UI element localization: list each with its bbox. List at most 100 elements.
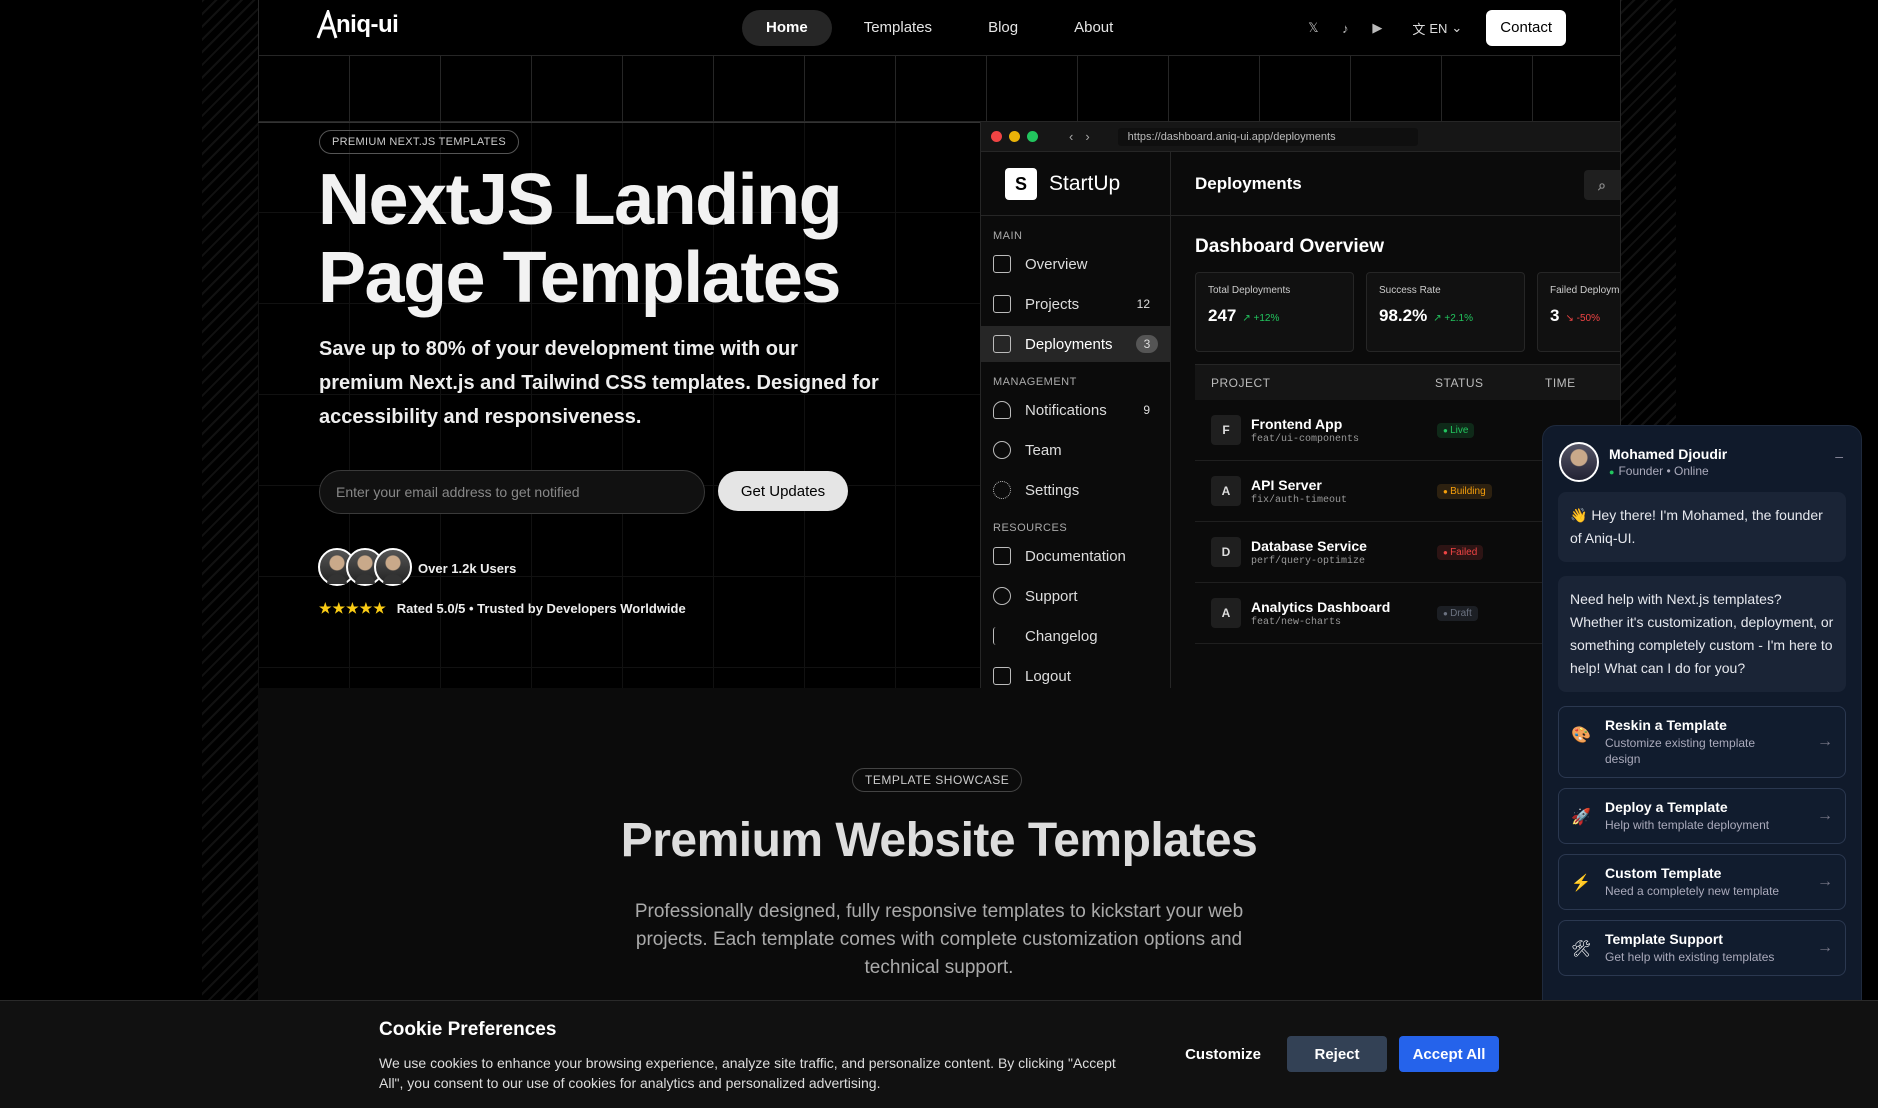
get-updates-button[interactable]: Get Updates xyxy=(718,471,848,511)
sidebar-item-projects: Projects 12 xyxy=(981,286,1170,322)
arrow-right-icon: → xyxy=(1817,873,1833,890)
stat-value: 98.2% xyxy=(1379,306,1428,325)
section-management: MANAGEMENT xyxy=(993,376,1077,388)
project-cell: Database Service perf/query-optimize xyxy=(1251,538,1437,567)
email-input[interactable] xyxy=(319,470,705,514)
language-selector[interactable]: 文 EN ⌄ xyxy=(1412,19,1462,38)
logout-icon xyxy=(993,667,1011,685)
column-header: STATUS xyxy=(1435,375,1484,390)
main-menu: Home Templates Blog About xyxy=(742,10,1137,46)
stat-value: 3 xyxy=(1550,306,1560,325)
hero-subtitle: Save up to 80% of your development time … xyxy=(319,338,879,428)
overview-title: Dashboard Overview xyxy=(1195,236,1385,257)
nav-about[interactable]: About xyxy=(1050,10,1137,46)
option-custom-template[interactable]: ⚡ Custom Template Need a completely new t… xyxy=(1558,854,1846,910)
project-branch: perf/query-optimize xyxy=(1251,555,1366,567)
section-main: MAIN xyxy=(993,230,1023,242)
sidebar-item-label: Logout xyxy=(1025,667,1071,685)
box-icon xyxy=(993,295,1011,313)
table-header: PROJECT STATUS TIME xyxy=(1195,364,1620,400)
stat-card-failed: Failed Deployments 3 ↘ -50% xyxy=(1537,272,1620,352)
project-name: API Server xyxy=(1251,476,1322,493)
cookie-banner: Cookie Preferences We use cookies to enh… xyxy=(0,1000,1878,1108)
chat-role: Founder • Online xyxy=(1609,464,1727,478)
hero-title: NextJS Landing Page Templates xyxy=(318,160,843,318)
minimize-icon[interactable]: – xyxy=(1835,448,1843,464)
option-reskin-template[interactable]: 🎨 Reskin a Template Customize existing te… xyxy=(1558,706,1846,778)
palette-icon: 🎨 xyxy=(1571,727,1591,744)
stat-cards: Total Deployments 247 ↗ +12% Success Rate… xyxy=(1195,272,1620,352)
nav-templates[interactable]: Templates xyxy=(840,10,956,46)
project-name: Analytics Dashboard xyxy=(1251,598,1391,615)
sidebar-item-label: Notifications xyxy=(1025,401,1107,419)
youtube-icon[interactable]: ▶ xyxy=(1368,19,1386,37)
gear-icon xyxy=(993,481,1011,499)
sidebar-item-documentation: Documentation xyxy=(981,538,1170,574)
customize-button[interactable]: Customize xyxy=(1168,1036,1278,1072)
language-code: EN xyxy=(1429,20,1448,36)
option-content: Custom Template Need a completely new tem… xyxy=(1605,865,1805,899)
stat-value: 247 xyxy=(1208,306,1237,325)
nav-blog[interactable]: Blog xyxy=(964,10,1042,46)
project-initial: F xyxy=(1211,415,1241,445)
sidebar-item-label: Settings xyxy=(1025,481,1080,499)
chat-widget: Mohamed Djoudir Founder • Online – 👋 Hey… xyxy=(1542,425,1862,1005)
sidebar-item-support: Support xyxy=(981,578,1170,614)
count-badge: 3 xyxy=(1136,335,1158,353)
left-hatch-decoration xyxy=(202,0,258,1108)
search-icon: ⌕ xyxy=(1584,170,1620,200)
sidebar-item-team: Team xyxy=(981,432,1170,468)
section-resources: RESOURCES xyxy=(993,522,1068,534)
chat-name: Mohamed Djoudir xyxy=(1609,446,1728,462)
project-initial: A xyxy=(1211,476,1241,506)
users-icon xyxy=(993,441,1011,459)
logo-text: niq-ui xyxy=(336,11,399,38)
document-icon xyxy=(993,547,1011,565)
logo[interactable]: niq-ui xyxy=(316,10,399,40)
project-initial: D xyxy=(1211,537,1241,567)
chat-person: Mohamed Djoudir Founder • Online xyxy=(1609,446,1727,478)
sidebar-item-changelog: Changelog xyxy=(981,618,1170,654)
option-content: Deploy a Template Help with template depl… xyxy=(1605,799,1805,833)
nav-arrows-icon: ‹› xyxy=(1069,129,1102,144)
status-badge: Draft xyxy=(1437,605,1478,621)
brand-name: StartUp xyxy=(1049,171,1121,195)
option-title: Deploy a Template xyxy=(1605,799,1728,815)
avatar xyxy=(1559,442,1599,482)
sidebar-item-label: Changelog xyxy=(1025,627,1098,645)
rating-text: Rated 5.0/5 • Trusted by Developers Worl… xyxy=(396,601,686,616)
option-template-support[interactable]: 🛠 Template Support Get help with existing… xyxy=(1558,920,1846,976)
users-count: Over 1.2k Users xyxy=(418,561,517,576)
minimize-dot-icon xyxy=(1009,131,1020,142)
close-dot-icon xyxy=(991,131,1002,142)
cookie-title: Cookie Preferences xyxy=(379,1019,557,1040)
reject-button[interactable]: Reject xyxy=(1287,1036,1387,1072)
chat-greeting: 👋 Hey there! I'm Mohamed, the founder of… xyxy=(1558,492,1846,562)
project-branch: feat/new-charts xyxy=(1251,616,1342,628)
stat-label: Failed Deployments xyxy=(1550,285,1620,296)
stat-delta: ↗ +12% xyxy=(1242,313,1280,324)
user-avatars xyxy=(318,548,412,586)
cookie-text: We use cookies to enhance your browsing … xyxy=(379,1055,1116,1091)
sidebar-item-label: Documentation xyxy=(1025,547,1126,565)
chevron-down-icon: ⌄ xyxy=(1451,20,1463,35)
project-cell: Analytics Dashboard feat/new-charts xyxy=(1251,599,1437,628)
nav-home[interactable]: Home xyxy=(742,10,832,46)
tiktok-icon[interactable]: ♪ xyxy=(1336,19,1354,37)
sidebar-item-label: Projects xyxy=(1025,295,1080,313)
stat-value-row: 3 ↘ -50% xyxy=(1550,306,1620,326)
chat-header: Mohamed Djoudir Founder • Online – xyxy=(1543,426,1861,492)
lifebuoy-icon xyxy=(993,587,1011,605)
stat-card-total: Total Deployments 247 ↗ +12% xyxy=(1195,272,1354,352)
dashboard-header: Deployments ⌕ xyxy=(1171,152,1620,216)
hero-badge: PREMIUM NEXT.JS TEMPLATES xyxy=(319,130,519,154)
x-icon[interactable]: 𝕏 xyxy=(1304,19,1322,37)
contact-button[interactable]: Contact xyxy=(1486,10,1566,46)
stat-delta: ↗ +2.1% xyxy=(1433,313,1473,324)
count-badge: 12 xyxy=(1136,297,1150,311)
option-content: Reskin a Template Customize existing temp… xyxy=(1605,717,1765,767)
option-deploy-template[interactable]: 🚀 Deploy a Template Help with template de… xyxy=(1558,788,1846,844)
bell-icon xyxy=(993,401,1011,419)
accept-all-button[interactable]: Accept All xyxy=(1399,1036,1499,1072)
dashboard-preview: ‹› https://dashboard.aniq-ui.app/deploym… xyxy=(980,122,1620,688)
